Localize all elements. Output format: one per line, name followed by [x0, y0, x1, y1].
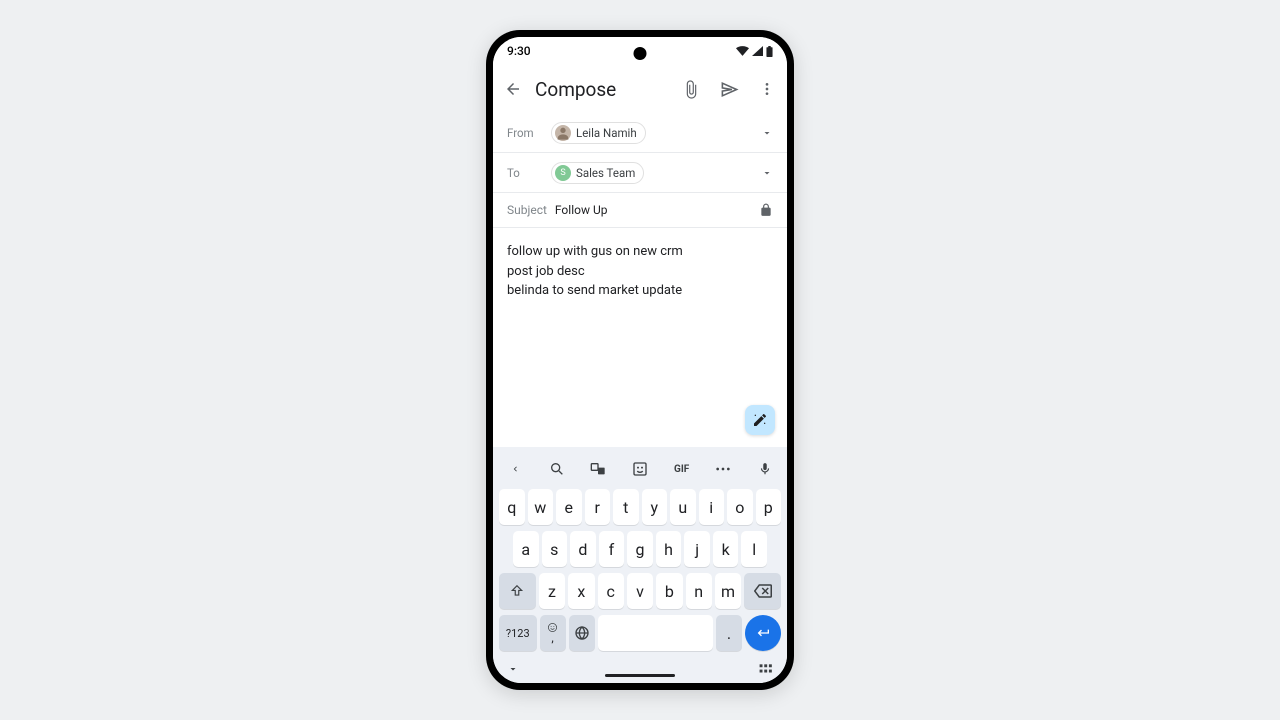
keyboard: GIF qwertyuiop asdfghjkl zxcvbnm ?123 ,: [493, 447, 787, 683]
app-title: Compose: [535, 78, 681, 101]
from-name: Leila Namih: [576, 126, 637, 140]
to-field[interactable]: To S Sales Team: [493, 153, 787, 193]
app-bar: Compose: [493, 65, 787, 113]
keyboard-settings-icon[interactable]: [759, 663, 773, 675]
enter-key[interactable]: [745, 615, 781, 651]
to-avatar: S: [555, 165, 571, 181]
sticker-icon[interactable]: [628, 457, 652, 481]
camera-dot: [634, 47, 647, 60]
keyboard-toolbar: GIF: [497, 451, 783, 487]
from-chip[interactable]: Leila Namih: [551, 122, 646, 144]
status-time: 9:30: [507, 44, 531, 58]
key-u[interactable]: u: [670, 489, 696, 525]
to-expand[interactable]: [761, 167, 773, 179]
status-icons: [736, 46, 773, 57]
from-expand[interactable]: [761, 127, 773, 139]
key-r[interactable]: r: [585, 489, 611, 525]
key-n[interactable]: n: [686, 573, 712, 609]
key-m[interactable]: m: [715, 573, 741, 609]
key-s[interactable]: s: [542, 531, 568, 567]
key-q[interactable]: q: [499, 489, 525, 525]
ai-compose-button[interactable]: [745, 405, 775, 435]
period-key[interactable]: .: [716, 615, 742, 651]
body-line: belinda to send market update: [507, 281, 773, 301]
to-label: To: [507, 166, 551, 180]
globe-key[interactable]: [569, 615, 595, 651]
key-e[interactable]: e: [556, 489, 582, 525]
attach-button[interactable]: [681, 79, 701, 99]
keyboard-keys: qwertyuiop asdfghjkl zxcvbnm ?123 , .: [497, 487, 783, 659]
search-icon[interactable]: [545, 457, 569, 481]
collapse-keyboard-icon[interactable]: [507, 663, 519, 675]
signal-icon: [752, 46, 763, 56]
space-key[interactable]: [598, 615, 714, 651]
key-f[interactable]: f: [599, 531, 625, 567]
send-button[interactable]: [719, 79, 739, 99]
wifi-icon: [736, 46, 749, 56]
key-p[interactable]: p: [756, 489, 782, 525]
gif-button[interactable]: GIF: [670, 457, 694, 481]
key-j[interactable]: j: [684, 531, 710, 567]
key-c[interactable]: c: [598, 573, 624, 609]
translate-icon[interactable]: [586, 457, 610, 481]
keyboard-bottom-bar: [497, 659, 783, 683]
key-d[interactable]: d: [570, 531, 596, 567]
from-avatar: [555, 125, 571, 141]
symbols-key[interactable]: ?123: [499, 615, 537, 651]
kb-back-icon[interactable]: [503, 457, 527, 481]
shift-key[interactable]: [499, 573, 536, 609]
subject-label: Subject: [507, 203, 547, 217]
backspace-key[interactable]: [744, 573, 781, 609]
lock-icon[interactable]: [759, 203, 773, 217]
more-icon[interactable]: [711, 457, 735, 481]
email-body[interactable]: follow up with gus on new crm post job d…: [493, 228, 787, 447]
key-z[interactable]: z: [539, 573, 565, 609]
body-line: follow up with gus on new crm: [507, 242, 773, 262]
body-line: post job desc: [507, 262, 773, 282]
phone-frame: 9:30 Compose: [486, 30, 794, 690]
key-x[interactable]: x: [568, 573, 594, 609]
mic-icon[interactable]: [753, 457, 777, 481]
subject-value: Follow Up: [555, 203, 608, 217]
comma-key[interactable]: ,: [540, 615, 566, 651]
screen: 9:30 Compose: [493, 37, 787, 683]
subject-field[interactable]: Subject Follow Up: [493, 193, 787, 228]
key-h[interactable]: h: [656, 531, 682, 567]
key-g[interactable]: g: [627, 531, 653, 567]
key-y[interactable]: y: [642, 489, 668, 525]
key-w[interactable]: w: [528, 489, 554, 525]
key-i[interactable]: i: [699, 489, 725, 525]
back-button[interactable]: [503, 79, 523, 99]
to-chip[interactable]: S Sales Team: [551, 162, 644, 184]
key-l[interactable]: l: [741, 531, 767, 567]
key-o[interactable]: o: [727, 489, 753, 525]
from-field[interactable]: From Leila Namih: [493, 113, 787, 153]
to-name: Sales Team: [576, 166, 635, 180]
more-button[interactable]: [757, 79, 777, 99]
battery-icon: [766, 46, 773, 57]
key-k[interactable]: k: [713, 531, 739, 567]
home-indicator[interactable]: [605, 674, 675, 677]
from-label: From: [507, 126, 551, 140]
key-v[interactable]: v: [627, 573, 653, 609]
key-t[interactable]: t: [613, 489, 639, 525]
key-a[interactable]: a: [513, 531, 539, 567]
key-b[interactable]: b: [656, 573, 682, 609]
